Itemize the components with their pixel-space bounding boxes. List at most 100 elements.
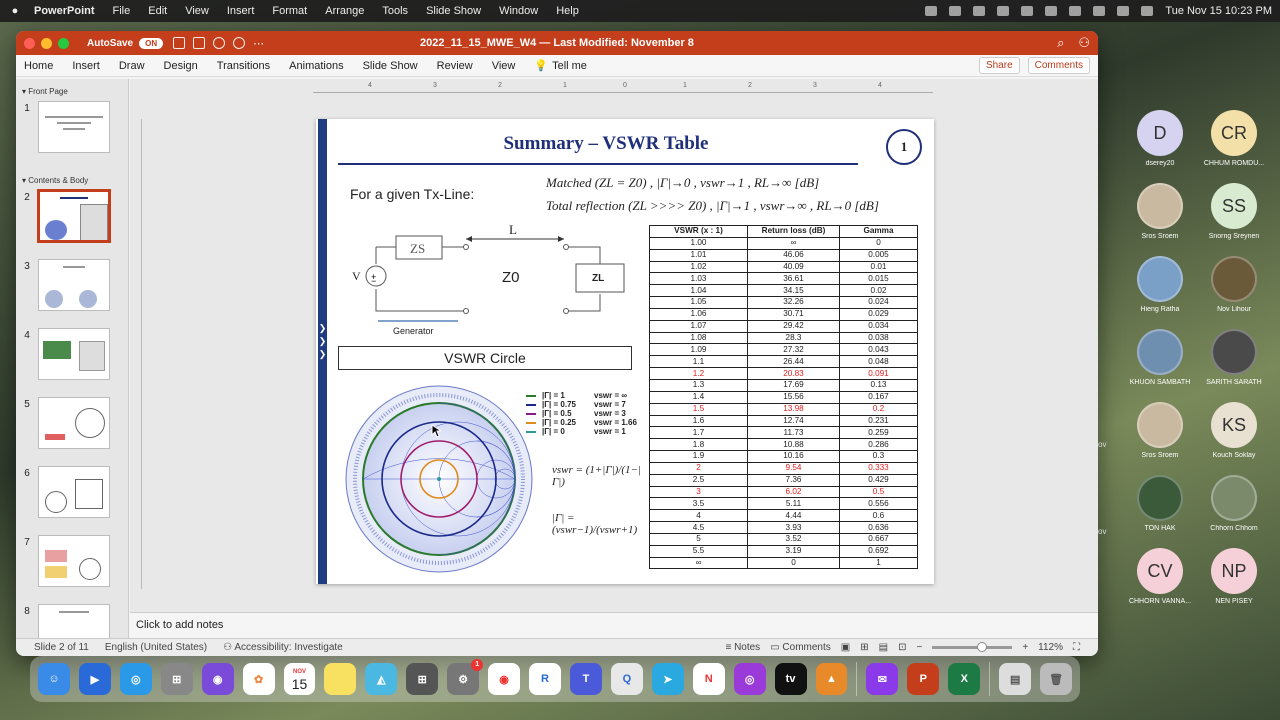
notes-pane[interactable]: Click to add notes (130, 612, 1098, 638)
menubar-clock[interactable]: Tue Nov 15 10:23 PM (1165, 5, 1272, 17)
status-icon[interactable] (925, 6, 938, 16)
autosave-toggle[interactable]: ON (139, 37, 164, 49)
menu-help[interactable]: Help (556, 5, 579, 17)
share-button[interactable]: Share (978, 57, 1020, 74)
presenter-icon[interactable]: ⊡ (898, 642, 906, 653)
fit-slide-icon[interactable]: ⛶ (1073, 642, 1080, 653)
vswr-table[interactable]: VSWR (x : 1) Return loss (dB) Gamma 1.00… (649, 225, 918, 570)
participant-tile[interactable]: SARITH SARATH (1196, 329, 1272, 386)
slide-thumbnail-1[interactable]: 1 (16, 99, 128, 168)
news-icon[interactable]: N (692, 663, 725, 695)
cloud-icon[interactable] (973, 6, 986, 16)
vswr-formula[interactable]: vswr = (1+|Γ|)/(1−|Γ|) (552, 464, 642, 488)
participant-tile[interactable]: SS Snorng Sreynen (1196, 183, 1272, 240)
rstudio-icon[interactable]: R (529, 663, 561, 695)
close-window-button[interactable] (24, 37, 35, 49)
calendar-icon[interactable]: NOV 15 (283, 663, 316, 695)
participant-tile[interactable]: Hieng Ratha (1122, 256, 1198, 313)
cloud-icon[interactable] (997, 6, 1010, 16)
slide-thumbnail-3[interactable]: 3 (16, 257, 128, 326)
smith-chart-image[interactable] (344, 384, 534, 574)
normal-view-icon[interactable]: ▣ (841, 642, 850, 653)
trash-icon[interactable]: 🗑 (1040, 663, 1073, 695)
current-slide[interactable]: ❯ ❯ ❯ Summary – VSWR Table 1 For a given… (316, 119, 934, 584)
menu-insert[interactable]: Insert (227, 5, 255, 17)
matlab-icon[interactable]: ▲ (815, 663, 848, 695)
gamma-formula[interactable]: |Γ| = (vswr−1)/(vswr+1) (552, 512, 642, 536)
undo-icon[interactable] (213, 37, 226, 49)
menu-view[interactable]: View (185, 5, 209, 17)
participant-tile[interactable]: TON HAK (1122, 475, 1198, 532)
flag-icon[interactable] (1045, 6, 1058, 16)
reading-view-icon[interactable]: ▤ (879, 642, 888, 653)
tell-me-box[interactable]: 💡 Tell me (534, 59, 587, 73)
tab-insert[interactable]: Insert (72, 60, 100, 72)
participant-tile[interactable]: CR CHHUM ROMDU... (1196, 110, 1272, 167)
slide-thumbnail-7[interactable]: 7 (16, 533, 128, 602)
safari-icon[interactable]: ◎ (119, 663, 152, 695)
participant-tile[interactable]: Ddserey20 (1122, 110, 1198, 167)
menu-format[interactable]: Format (272, 5, 307, 17)
comments-button[interactable]: Comments (1027, 57, 1090, 74)
accessibility-status[interactable]: ⚇ Accessibility: Investigate (223, 642, 343, 653)
participant-tile[interactable]: KS Kouch Soklay (1196, 402, 1272, 459)
participant-tile[interactable]: Sros Sroem (1122, 183, 1198, 240)
notes-toggle[interactable]: ≡ Notes (725, 642, 760, 653)
document-icon[interactable]: ▤ (999, 663, 1032, 695)
share-people-icon[interactable]: ⚇ (1078, 35, 1090, 51)
given-text[interactable]: For a given Tx-Line: (350, 186, 474, 202)
participant-tile[interactable]: NP NEN PISEY (1196, 548, 1272, 605)
slide-thumbnail-5[interactable]: 5 (16, 395, 128, 464)
slide-sorter-icon[interactable]: ⊞ (860, 642, 868, 653)
slide-thumbnail-2[interactable]: 2 (16, 188, 128, 257)
zoom-level[interactable]: 112% (1038, 642, 1063, 653)
maps-icon[interactable]: ◭ (365, 663, 398, 695)
section-front-page[interactable]: ▾ Front Page (16, 79, 128, 99)
comments-toggle[interactable]: ▭ Comments (770, 642, 831, 653)
calculator-icon[interactable]: ⊞ (406, 663, 439, 695)
status-icon[interactable] (949, 6, 962, 16)
participant-tile[interactable]: Nov Lihour (1196, 256, 1272, 313)
bluetooth-icon[interactable] (1021, 6, 1034, 16)
zoom-slider[interactable] (932, 642, 1013, 652)
participant-tile[interactable]: KHUON SAMBATH (1122, 329, 1198, 386)
save-icon[interactable] (193, 37, 206, 49)
tab-review[interactable]: Review (437, 60, 473, 72)
menu-file[interactable]: File (113, 5, 131, 17)
menu-slide-show[interactable]: Slide Show (426, 5, 481, 17)
search-icon[interactable]: ⌕ (1057, 35, 1064, 51)
menu-arrange[interactable]: Arrange (325, 5, 364, 17)
tab-view[interactable]: View (492, 60, 516, 72)
zoom-app-icon[interactable]: ▶ (78, 663, 111, 695)
tab-slide-show[interactable]: Slide Show (363, 60, 418, 72)
podcasts-icon[interactable]: ◎ (733, 663, 766, 695)
notes-app-icon[interactable] (324, 663, 357, 695)
powerpoint-icon[interactable]: P (907, 663, 940, 695)
slide-editor-canvas[interactable]: 4 3 2 1 0 1 2 3 4 ❯ ❯ ❯ Summary – VSWR T… (130, 79, 1098, 612)
home-icon[interactable] (173, 37, 186, 49)
zoom-window-button[interactable] (58, 37, 69, 49)
wifi-icon[interactable] (1093, 6, 1106, 16)
participant-tile[interactable]: Chhorn Chhom (1196, 475, 1272, 532)
menu-tools[interactable]: Tools (382, 5, 408, 17)
more-icon[interactable]: ⋯ (253, 37, 264, 50)
siri-icon[interactable]: ◉ (201, 663, 234, 695)
finder-icon[interactable]: ☺ (38, 663, 70, 695)
zoom-in-button[interactable]: + (1022, 642, 1028, 653)
tab-home[interactable]: Home (24, 60, 53, 72)
menu-window[interactable]: Window (499, 5, 538, 17)
section-contents-body[interactable]: ▾ Contents & Body (16, 168, 128, 188)
chrome-icon[interactable]: ◉ (488, 663, 521, 695)
tab-draw[interactable]: Draw (119, 60, 145, 72)
photos-icon[interactable]: ✿ (242, 663, 275, 695)
control-center-icon[interactable] (1141, 6, 1154, 16)
teams-icon[interactable]: T (569, 663, 602, 695)
excel-icon[interactable]: X (948, 663, 981, 695)
apple-tv-icon[interactable]: tv (774, 663, 807, 695)
launchpad-icon[interactable]: ⊞ (160, 663, 193, 695)
telegram-icon[interactable]: ➤ (651, 663, 684, 695)
slide-thumbnail-6[interactable]: 6 (16, 464, 128, 533)
apple-icon[interactable]: ● (8, 5, 22, 17)
zoom-slider-thumb[interactable] (977, 642, 988, 652)
matched-equation[interactable]: Matched (ZL = Z0) , |Γ|→0 , vswr→1 , RL→… (546, 175, 819, 191)
